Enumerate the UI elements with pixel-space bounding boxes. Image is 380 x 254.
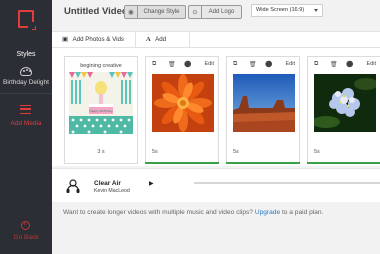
duplicate-icon[interactable]: ⧉ [233, 61, 237, 68]
add-photos-button[interactable]: ▣ Add Photos & Vids [52, 32, 136, 48]
audio-progress-bar[interactable] [194, 182, 380, 184]
edit-button[interactable]: Edit [286, 61, 295, 67]
track-artist: Kevin MacLeod [94, 188, 130, 194]
sidebar-item-go-back[interactable]: Go Back [0, 234, 52, 241]
microphone-icon[interactable]: ⚫ [184, 61, 191, 68]
headphones-icon[interactable] [66, 178, 80, 194]
video-title[interactable]: Untitled Video [64, 6, 128, 17]
camera-icon: ◉ [125, 6, 138, 18]
header: Untitled Video ◉ Change Style ⊙ Add Logo… [52, 0, 380, 28]
sidebar-item-add-media[interactable]: Add Media [0, 120, 52, 127]
card-duration: 3 s [97, 149, 105, 155]
text-icon: A [146, 36, 151, 43]
media-card-flower[interactable]: ⧉ 🗑 ⚫ Edit 5s [145, 56, 219, 164]
card-duration: 5s [233, 149, 239, 155]
edit-button[interactable]: Edit [205, 61, 214, 67]
aspect-ratio-select[interactable]: Wide Screen (16:9) [251, 4, 323, 17]
sidebar: Styles Birthday Delight Add Media Go Bac… [0, 0, 52, 254]
media-card-desert[interactable]: ⧉ 🗑 ⚫ Edit 5s [226, 56, 300, 164]
card-thumbnail [314, 74, 376, 132]
back-icon[interactable] [21, 219, 30, 230]
sidebar-item-theme[interactable]: Birthday Delight [0, 79, 52, 86]
audio-track-row: Clear Air Kevin MacLeod ▶ [52, 168, 380, 202]
palette-icon[interactable] [20, 67, 32, 76]
duplicate-icon[interactable]: ⧉ [152, 61, 156, 68]
brand-logo-icon[interactable] [18, 10, 36, 30]
intro-thumbnail: Happy Birthday [69, 72, 133, 134]
trash-icon[interactable]: 🗑 [330, 61, 338, 68]
card-toolbar: ⧉ 🗑 ⚫ Edit [227, 57, 299, 73]
add-photos-label: Add Photos & Vids [72, 36, 125, 43]
card-thumbnail [233, 74, 295, 132]
sidebar-section-styles[interactable]: Styles [0, 51, 52, 58]
svg-text:Happy Birthday: Happy Birthday [89, 109, 113, 113]
card-duration: 5s [152, 149, 158, 155]
card-toolbar: ⧉ 🗑 ⚫ Edit [146, 57, 218, 73]
card-active-indicator [307, 162, 380, 164]
intro-caption: begining creative [80, 63, 122, 69]
edit-button[interactable]: Edit [367, 61, 376, 67]
media-card-intro[interactable]: begining creative Happy Birthday 3 s [64, 56, 138, 164]
microphone-icon[interactable]: ⚫ [265, 61, 272, 68]
menu-icon[interactable] [20, 105, 31, 114]
upgrade-suffix: to a paid plan. [281, 209, 324, 216]
change-style-label: Change Style [143, 9, 180, 15]
card-toolbar: ⧉ 🗑 ⚫ Edit [308, 57, 380, 73]
card-duration: 5s [314, 149, 320, 155]
change-style-button[interactable]: ◉ Change Style [124, 5, 186, 19]
duplicate-icon[interactable]: ⧉ [314, 61, 318, 68]
media-toolbar: ▣ Add Photos & Vids A Add Text [52, 31, 380, 59]
photo-icon: ▣ [62, 36, 69, 43]
add-logo-button[interactable]: ⊙ Add Logo [188, 5, 242, 19]
upgrade-link[interactable]: Upgrade [255, 209, 280, 216]
upgrade-notice: Want to create longer videos with multip… [63, 209, 323, 216]
track-name: Clear Air [94, 180, 121, 187]
media-timeline: begining creative Happy Birthday 3 s ⧉ 🗑… [52, 48, 380, 166]
play-icon[interactable]: ▶ [149, 180, 154, 187]
card-thumbnail [152, 74, 214, 132]
add-text-button[interactable]: A Add Text [136, 32, 190, 59]
upgrade-prefix: Want to create longer videos with multip… [63, 209, 253, 216]
add-logo-label: Add Logo [208, 9, 235, 15]
aspect-ratio-value: Wide Screen (16:9) [256, 7, 305, 13]
microphone-icon[interactable]: ⚫ [346, 61, 353, 68]
trash-icon[interactable]: 🗑 [249, 61, 257, 68]
card-active-indicator [226, 162, 300, 164]
card-active-indicator [145, 162, 219, 164]
chevron-down-icon [314, 9, 318, 12]
sidebar-divider [0, 93, 52, 94]
media-card-hydrangea[interactable]: ⧉ 🗑 ⚫ Edit 5s [307, 56, 380, 164]
video-editor-app: Styles Birthday Delight Add Media Go Bac… [0, 0, 380, 254]
trash-icon[interactable]: 🗑 [168, 61, 176, 68]
logo-badge-icon: ⊙ [189, 6, 202, 18]
